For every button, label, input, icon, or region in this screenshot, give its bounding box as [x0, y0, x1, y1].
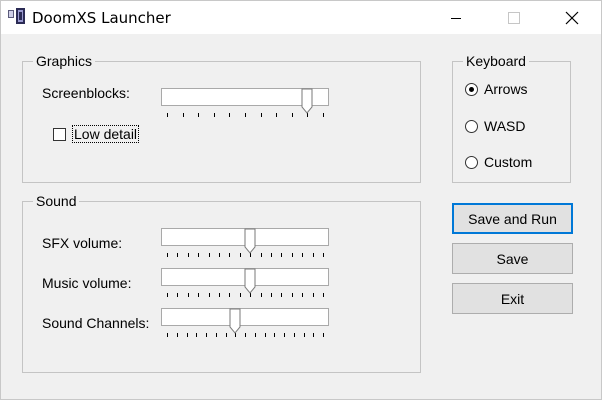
minimize-button[interactable]: [427, 1, 485, 34]
music-volume-label: Music volume:: [42, 275, 132, 291]
sound-group: Sound SFX volume: Music volume: Sound Ch…: [22, 193, 421, 373]
slider-ticks: [167, 268, 324, 297]
low-detail-label[interactable]: Low detail: [71, 125, 140, 143]
slider-ticks: [167, 228, 324, 257]
sfx-volume-label: SFX volume:: [42, 235, 123, 251]
minimize-icon: [450, 12, 462, 24]
launcher-window: DoomXS Launcher Graphics Screenblocks: L…: [0, 0, 602, 400]
radio-button[interactable]: [465, 155, 478, 169]
radio-wasd[interactable]: WASD: [465, 117, 525, 135]
sound-channels-label: Sound Channels:: [42, 315, 150, 331]
screenblocks-label: Screenblocks:: [42, 85, 130, 101]
slider-thumb[interactable]: [244, 228, 256, 254]
graphics-legend: Graphics: [33, 53, 96, 69]
title-bar[interactable]: DoomXS Launcher: [1, 1, 601, 34]
sound-legend: Sound: [33, 193, 80, 209]
maximize-button[interactable]: [485, 1, 543, 34]
radio-button[interactable]: [465, 119, 478, 133]
radio-wasd-label: WASD: [484, 118, 526, 134]
slider-thumb[interactable]: [244, 268, 256, 294]
radio-custom-label: Custom: [484, 154, 533, 170]
slider-ticks: [167, 308, 324, 337]
radio-custom[interactable]: Custom: [465, 153, 532, 171]
radio-button[interactable]: [465, 82, 478, 96]
window-title: DoomXS Launcher: [32, 9, 171, 27]
close-button[interactable]: [543, 1, 601, 34]
radio-arrows[interactable]: Arrows: [465, 80, 528, 98]
save-and-run-button[interactable]: Save and Run: [452, 203, 573, 234]
radio-arrows-label: Arrows: [484, 81, 528, 97]
screenblocks-slider[interactable]: [161, 88, 331, 128]
doom-launcher-icon: [7, 7, 27, 27]
close-icon: [565, 11, 579, 25]
low-detail-checkbox[interactable]: [53, 128, 66, 141]
keyboard-legend: Keyboard: [463, 53, 529, 69]
music-volume-slider[interactable]: [161, 268, 331, 308]
maximize-icon: [508, 11, 520, 24]
slider-thumb[interactable]: [301, 88, 313, 114]
slider-ticks: [167, 88, 324, 117]
slider-thumb[interactable]: [229, 308, 241, 334]
graphics-group: Graphics Screenblocks: Low detail: [22, 53, 421, 183]
keyboard-group: Keyboard Arrows WASD Custom: [452, 53, 571, 183]
sfx-volume-slider[interactable]: [161, 228, 331, 268]
save-button[interactable]: Save: [452, 243, 573, 274]
sound-channels-slider[interactable]: [161, 308, 331, 348]
exit-button[interactable]: Exit: [452, 283, 573, 314]
